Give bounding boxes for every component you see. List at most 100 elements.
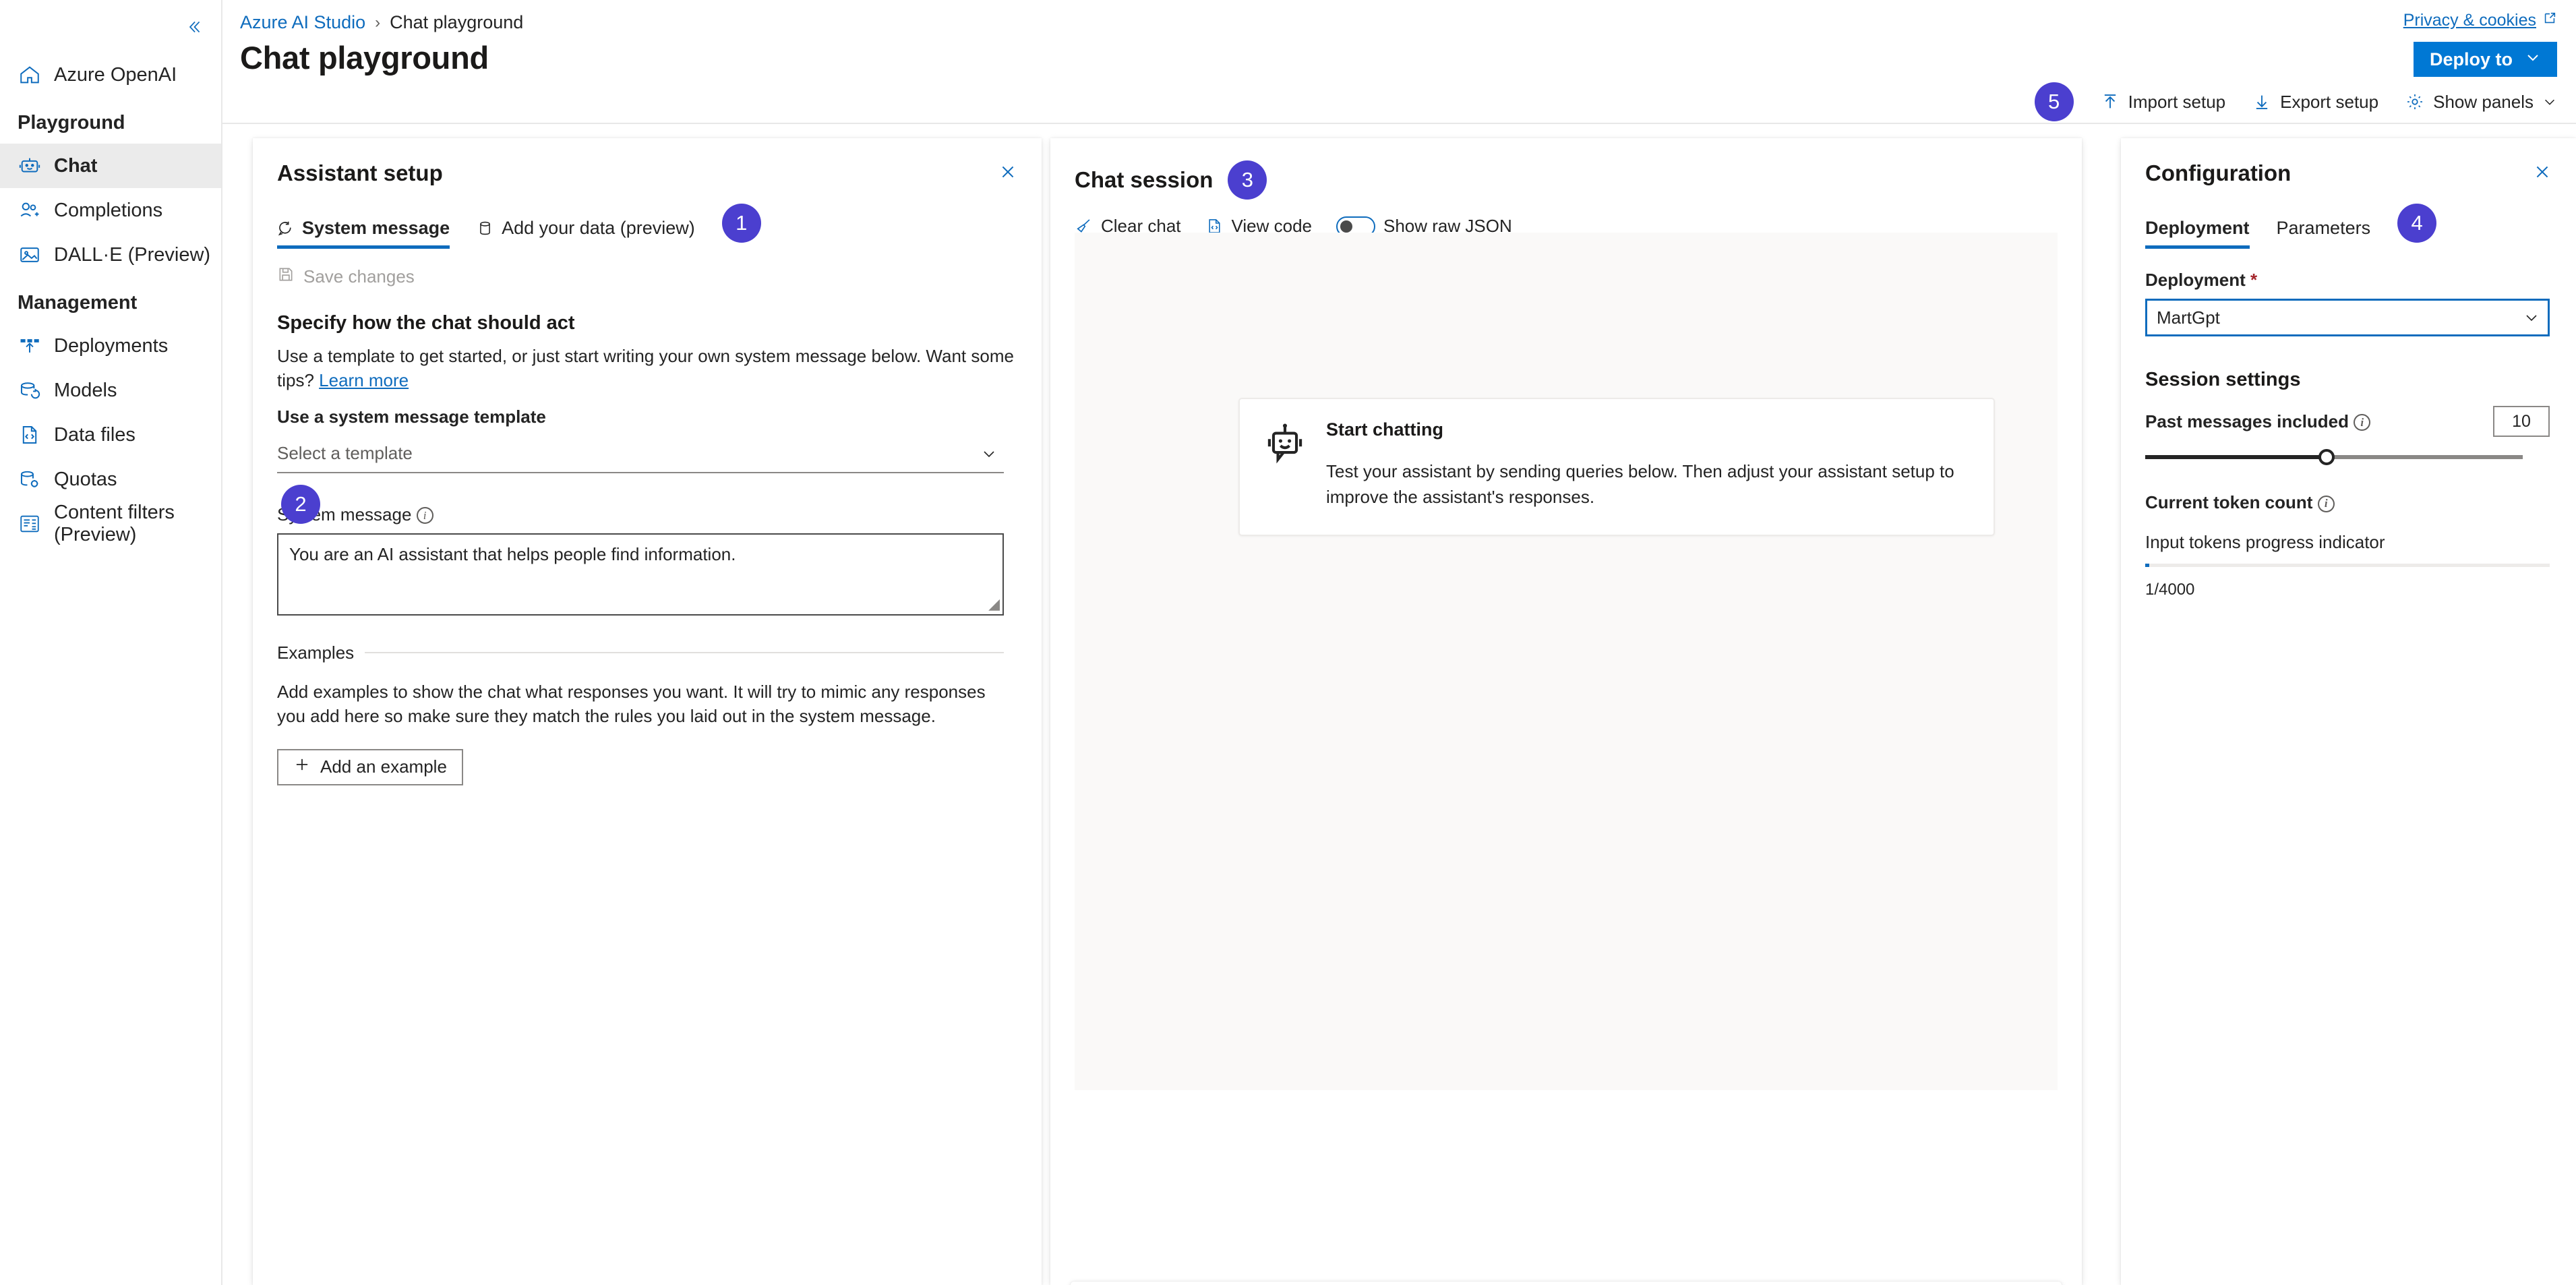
data-files-icon: [18, 423, 42, 447]
sidebar-item-quotas[interactable]: Quotas: [0, 457, 221, 502]
sidebar: Azure OpenAI Playground Chat Completions…: [0, 0, 222, 1285]
save-changes-button[interactable]: Save changes: [253, 245, 1042, 288]
sidebar-item-label: Content filters (Preview): [54, 502, 175, 545]
sidebar-item-label: Deployments: [54, 334, 169, 357]
examples-description: Add examples to show the chat what respo…: [277, 681, 986, 727]
configuration-close-button[interactable]: [2529, 160, 2556, 187]
completions-icon: [18, 198, 42, 222]
configuration-tabs: Deployment Parameters 4: [2121, 186, 2576, 249]
sidebar-item-label: Completions: [54, 199, 163, 221]
chevron-down-icon: [981, 446, 997, 462]
callout-badge-1: 1: [721, 204, 761, 243]
assistant-setup-tabs: System message Add your data (preview) 1: [253, 186, 1042, 249]
save-icon: [277, 266, 295, 288]
chevron-down-icon: [2542, 94, 2557, 109]
token-progress-bar: [2145, 564, 2550, 567]
external-link-icon: [2542, 11, 2557, 30]
slider-thumb[interactable]: [2318, 449, 2335, 465]
deployment-select-value: MartGpt: [2157, 307, 2220, 328]
breadcrumb-separator-icon: ›: [375, 13, 381, 32]
deploy-to-button[interactable]: Deploy to: [2413, 42, 2557, 77]
examples-legend-label: Examples: [277, 642, 355, 663]
breadcrumb-link-root[interactable]: Azure AI Studio: [240, 12, 365, 33]
sidebar-item-completions[interactable]: Completions: [0, 188, 221, 233]
template-select-value: Select a template: [277, 443, 413, 464]
tab-label: System message: [302, 218, 450, 238]
deployments-icon: [18, 334, 42, 358]
sidebar-item-models[interactable]: Models: [0, 368, 221, 413]
current-token-count-label: Current token count: [2145, 492, 2313, 512]
page-title: Chat playground: [240, 40, 489, 76]
system-message-template-label: Use a system message template: [277, 406, 546, 427]
sidebar-section-playground: Playground: [18, 112, 125, 133]
past-messages-slider[interactable]: [2145, 449, 2523, 465]
callout-badge-3: 3: [1228, 160, 1267, 200]
start-chatting-card: Start chatting Test your assistant by se…: [1238, 398, 1995, 536]
tab-label: Deployment: [2145, 218, 2250, 238]
info-icon: i: [416, 507, 433, 525]
close-icon: [999, 163, 1017, 184]
import-setup-button[interactable]: Import setup: [2101, 91, 2226, 113]
sidebar-collapse-button[interactable]: [181, 15, 208, 42]
save-changes-label: Save changes: [303, 266, 415, 287]
template-select[interactable]: Select a template: [277, 436, 1004, 473]
sidebar-item-label: Models: [54, 379, 117, 401]
chat-session-header: Chat session 3: [1050, 138, 2082, 200]
tab-parameters[interactable]: Parameters: [2277, 218, 2371, 245]
tab-deployment[interactable]: Deployment: [2145, 218, 2250, 249]
start-chatting-title: Start chatting: [1326, 419, 1444, 440]
assistant-setup-close-button[interactable]: [994, 160, 1021, 187]
content-filters-icon: [18, 512, 42, 536]
privacy-cookies-link[interactable]: Privacy & cookies: [2403, 11, 2557, 30]
image-icon: [18, 243, 42, 267]
user-message-composer: User message Type user query here. (Shif…: [1071, 1282, 2062, 1285]
specify-chat-heading: Specify how the chat should act: [277, 312, 575, 334]
sidebar-item-data-files[interactable]: Data files: [0, 413, 221, 457]
resize-handle-icon[interactable]: ◢: [988, 595, 1000, 613]
sidebar-item-chat[interactable]: Chat: [0, 144, 221, 188]
tab-label: Parameters: [2276, 218, 2371, 238]
sidebar-item-deployments[interactable]: Deployments: [0, 324, 221, 368]
tab-system-message[interactable]: System message: [277, 218, 450, 249]
session-settings-heading: Session settings: [2145, 369, 2301, 390]
system-message-input[interactable]: You are an AI assistant that helps peopl…: [277, 533, 1004, 616]
sidebar-item-label: Azure OpenAI: [54, 63, 177, 86]
deployment-field-label: Deployment: [2145, 270, 2246, 290]
slider-fill: [2145, 455, 2327, 459]
token-progress-fill: [2145, 564, 2149, 567]
sidebar-item-label: Chat: [54, 154, 98, 177]
user-message-label: User message: [1071, 1282, 2062, 1285]
callout-badge-4: 4: [2397, 204, 2437, 243]
info-icon: i: [2354, 414, 2371, 431]
sidebar-item-content-filters[interactable]: Content filters (Preview): [0, 502, 221, 546]
home-icon: [18, 63, 42, 87]
command-label: Import setup: [2128, 91, 2226, 112]
sidebar-item-azure-openai[interactable]: Azure OpenAI: [0, 53, 221, 97]
deployment-select[interactable]: MartGpt: [2145, 299, 2550, 336]
command-label: Show panels: [2433, 91, 2534, 112]
learn-more-link[interactable]: Learn more: [319, 370, 409, 390]
assistant-setup-title: Assistant setup: [277, 160, 443, 185]
past-messages-input[interactable]: 10: [2493, 406, 2550, 437]
export-setup-button[interactable]: Export setup: [2252, 92, 2378, 113]
toggle-knob: [1340, 220, 1352, 233]
sidebar-section-management: Management: [18, 292, 138, 313]
chat-session-title: Chat session: [1075, 167, 1214, 192]
callout-badge-5: 5: [2034, 82, 2074, 121]
header-divider: [222, 123, 2576, 124]
show-panels-button[interactable]: Show panels: [2405, 92, 2557, 113]
command-bar: 5 Import setup Export setup Show panels: [2034, 82, 2557, 121]
assistant-setup-panel: Assistant setup System message Add your …: [253, 138, 1042, 1285]
tab-add-your-data[interactable]: Add your data (preview): [477, 218, 695, 245]
tab-label: Add your data (preview): [502, 218, 695, 238]
add-example-label: Add an example: [320, 756, 447, 777]
required-indicator: *: [2250, 270, 2258, 290]
command-label: Export setup: [2280, 91, 2379, 112]
privacy-label: Privacy & cookies: [2403, 11, 2536, 30]
upload-icon: [2101, 92, 2120, 111]
add-an-example-button[interactable]: Add an example: [277, 748, 463, 785]
chevron-double-left-icon: [185, 18, 203, 39]
system-message-icon: [277, 220, 294, 237]
models-icon: [18, 378, 42, 402]
sidebar-item-dalle[interactable]: DALL·E (Preview): [0, 233, 221, 277]
